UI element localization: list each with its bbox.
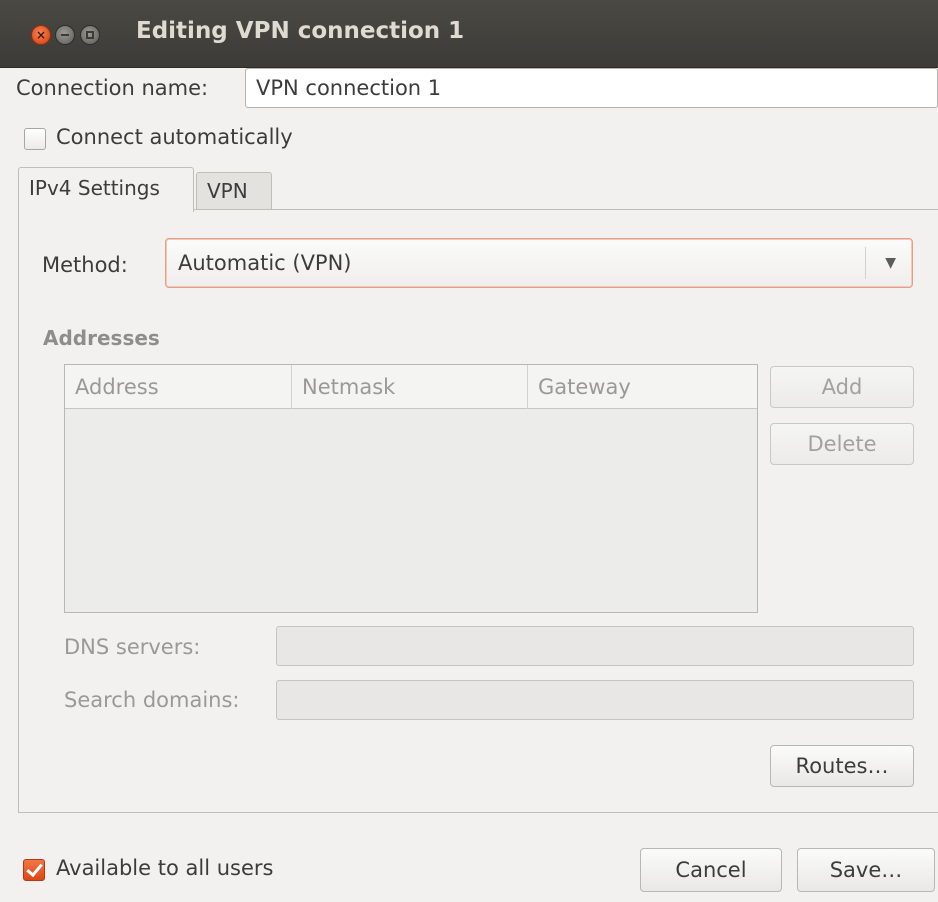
cancel-button[interactable]: Cancel — [640, 848, 782, 892]
search-domains-label: Search domains: — [64, 688, 240, 712]
close-window-button[interactable]: × — [31, 25, 51, 45]
add-address-button[interactable]: Add — [770, 366, 914, 408]
minimize-icon — [61, 34, 69, 36]
available-to-all-users-checkbox[interactable] — [23, 859, 45, 881]
column-address[interactable]: Address — [65, 365, 291, 409]
addresses-heading: Addresses — [43, 326, 160, 350]
tab-ipv4-settings[interactable]: IPv4 Settings — [18, 167, 194, 212]
column-netmask[interactable]: Netmask — [291, 365, 527, 409]
dns-servers-input[interactable] — [276, 626, 914, 666]
maximize-icon — [86, 31, 94, 39]
maximize-window-button[interactable] — [80, 25, 100, 45]
minimize-window-button[interactable] — [55, 25, 75, 45]
routes-button[interactable]: Routes… — [770, 745, 914, 787]
connect-automatically-label: Connect automatically — [56, 125, 293, 149]
column-gateway[interactable]: Gateway — [527, 365, 757, 409]
connection-name-label: Connection name: — [16, 76, 209, 100]
title-bar: × Editing VPN connection 1 — [0, 0, 938, 68]
connect-automatically-checkbox[interactable] — [24, 128, 46, 150]
window-title: Editing VPN connection 1 — [136, 18, 465, 44]
chevron-down-icon: ▼ — [885, 255, 896, 271]
dropdown-separator — [865, 247, 866, 279]
available-to-all-users-label: Available to all users — [56, 856, 274, 880]
close-icon: × — [35, 28, 47, 42]
addresses-table-header: Address Netmask Gateway — [65, 365, 757, 409]
method-value: Automatic (VPN) — [178, 251, 352, 275]
method-dropdown[interactable]: Automatic (VPN) ▼ — [165, 238, 913, 288]
addresses-table[interactable]: Address Netmask Gateway — [64, 364, 758, 613]
dns-servers-label: DNS servers: — [64, 635, 201, 659]
tab-vpn[interactable]: VPN — [196, 172, 272, 210]
search-domains-input[interactable] — [276, 680, 914, 720]
delete-address-button[interactable]: Delete — [770, 423, 914, 465]
connection-name-input[interactable]: VPN connection 1 — [245, 68, 938, 108]
save-button[interactable]: Save… — [797, 848, 935, 892]
method-label: Method: — [42, 253, 128, 277]
